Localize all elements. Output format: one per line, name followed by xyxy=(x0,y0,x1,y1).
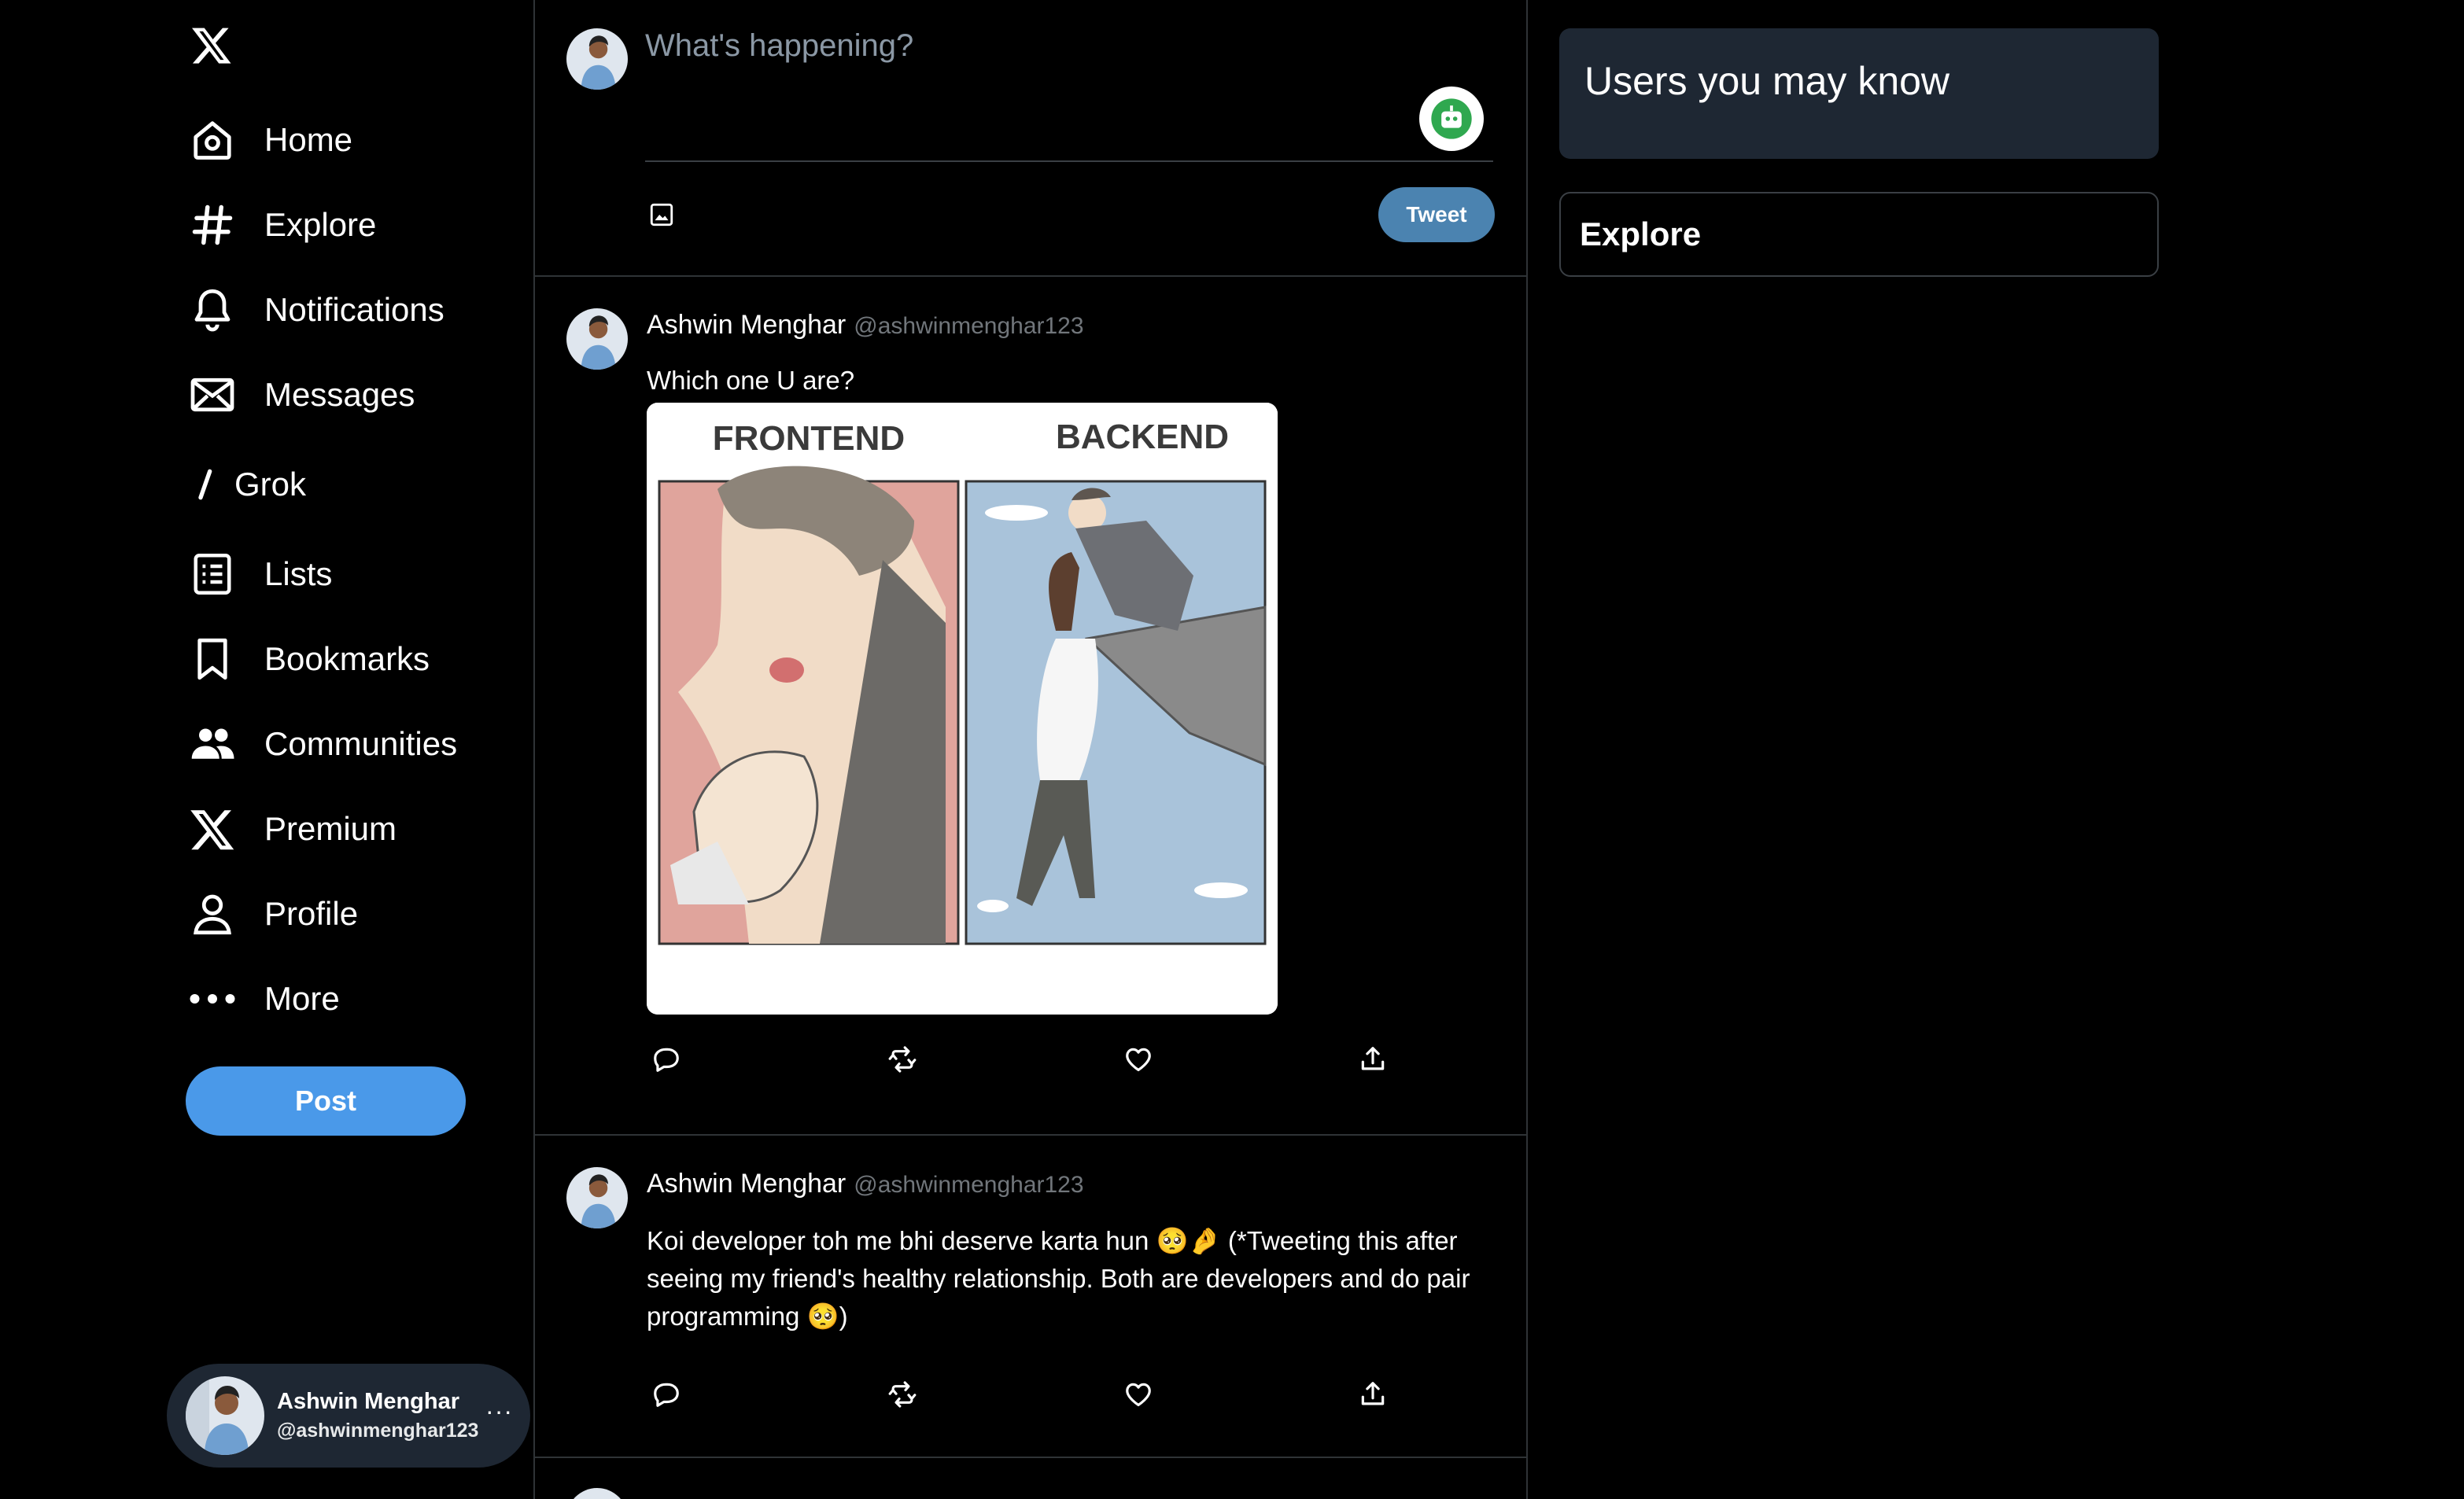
tweet-text: Which one U are? xyxy=(647,366,855,395)
avatar xyxy=(566,28,628,90)
retweet-icon[interactable] xyxy=(883,1375,922,1414)
avatar[interactable] xyxy=(566,1488,628,1499)
meme-frontend-label: FRONTEND xyxy=(713,419,905,458)
account-handle: @ashwinmenghar123 xyxy=(277,1420,479,1442)
nav-lists-label: Lists xyxy=(264,555,333,592)
nav-grok-label: Grok xyxy=(234,466,307,503)
compose-input[interactable]: What's happening? xyxy=(645,28,913,64)
envelope-icon xyxy=(189,371,236,418)
tweet-actions xyxy=(647,1040,1386,1079)
nav-home-label: Home xyxy=(264,121,353,158)
share-icon[interactable] xyxy=(1353,1040,1392,1079)
image-upload-icon[interactable] xyxy=(648,201,675,228)
nav-communities-label: Communities xyxy=(264,725,458,762)
compose-underline xyxy=(645,160,1493,162)
meme-backend-label: BACKEND xyxy=(1056,418,1229,456)
x-logo-icon[interactable] xyxy=(190,24,233,66)
like-icon[interactable] xyxy=(1119,1375,1158,1414)
nav-grok[interactable]: Grok xyxy=(189,453,306,516)
tweet-text: Koi developer toh me bhi deserve karta h… xyxy=(647,1226,1470,1331)
nav-explore-label: Explore xyxy=(264,206,377,243)
nav-profile[interactable]: Profile xyxy=(189,882,358,945)
left-sidebar: Home Explore Notifications Messages Grok… xyxy=(0,0,535,1499)
nav-communities[interactable]: Communities xyxy=(189,713,457,775)
nav-notifications-label: Notifications xyxy=(264,291,444,328)
grok-icon xyxy=(189,461,234,508)
like-icon[interactable] xyxy=(1119,1040,1158,1079)
reply-icon[interactable] xyxy=(647,1375,686,1414)
share-icon[interactable] xyxy=(1353,1375,1392,1414)
account-name: Ashwin Menghar xyxy=(277,1389,460,1414)
tweet[interactable] xyxy=(535,1457,1526,1499)
tweet-author-name[interactable]: Ashwin Menghar xyxy=(647,310,846,340)
users-you-may-know-title: Users you may know xyxy=(1584,59,1950,103)
nav-more[interactable]: More xyxy=(189,967,340,1030)
nav-lists[interactable]: Lists xyxy=(189,543,332,606)
home-icon xyxy=(189,116,236,164)
explore-panel-title: Explore xyxy=(1580,215,1702,252)
users-you-may-know-panel: Users you may know xyxy=(1559,28,2159,159)
hashtag-icon xyxy=(189,201,236,249)
nav-messages-label: Messages xyxy=(264,376,415,413)
avatar[interactable] xyxy=(566,1167,628,1228)
nav-bookmarks[interactable]: Bookmarks xyxy=(189,628,430,691)
more-dots-icon xyxy=(189,975,236,1022)
bell-icon xyxy=(189,286,236,333)
avatar[interactable] xyxy=(566,308,628,370)
account-menu-icon[interactable]: ··· xyxy=(485,1397,513,1426)
grammar-assistant-icon[interactable] xyxy=(1419,87,1484,151)
reply-icon[interactable] xyxy=(647,1040,686,1079)
main-feed: What's happening? Tweet Ashwin Menghar @a… xyxy=(535,0,1528,1499)
tweet-button[interactable]: Tweet xyxy=(1378,187,1495,242)
avatar xyxy=(186,1376,264,1455)
tweet-author-handle[interactable]: @ashwinmenghar123 xyxy=(854,313,1083,339)
tweet-actions xyxy=(647,1375,1386,1414)
account-switcher[interactable]: Ashwin Menghar @ashwinmenghar123 ··· xyxy=(167,1364,530,1468)
list-icon xyxy=(189,551,236,598)
nav-messages[interactable]: Messages xyxy=(189,363,415,426)
tweet[interactable]: Ashwin Menghar @ashwinmenghar123 Koi deve… xyxy=(535,1134,1526,1458)
nav-home[interactable]: Home xyxy=(189,109,352,171)
tweet-author-handle[interactable]: @ashwinmenghar123 xyxy=(854,1172,1083,1198)
people-icon xyxy=(189,720,236,768)
nav-premium[interactable]: Premium xyxy=(189,797,397,860)
nav-notifications[interactable]: Notifications xyxy=(189,278,444,341)
nav-premium-label: Premium xyxy=(264,810,397,847)
nav-bookmarks-label: Bookmarks xyxy=(264,640,430,677)
explore-panel[interactable]: Explore xyxy=(1559,192,2159,277)
x-logo-icon xyxy=(189,805,236,853)
nav-more-label: More xyxy=(264,980,340,1017)
tweet[interactable]: Ashwin Menghar @ashwinmenghar123 Which on… xyxy=(535,275,1526,1136)
post-button[interactable]: Post xyxy=(186,1066,466,1136)
nav-explore[interactable]: Explore xyxy=(189,193,376,256)
retweet-icon[interactable] xyxy=(883,1040,922,1079)
tweet-image[interactable]: FRONTEND BACKEND xyxy=(647,403,1278,1015)
tweet-author-name[interactable]: Ashwin Menghar xyxy=(647,1169,846,1199)
nav-profile-label: Profile xyxy=(264,895,359,932)
person-icon xyxy=(189,890,236,937)
bookmark-icon xyxy=(189,635,236,683)
tweet-composer: What's happening? Tweet xyxy=(535,0,1526,277)
